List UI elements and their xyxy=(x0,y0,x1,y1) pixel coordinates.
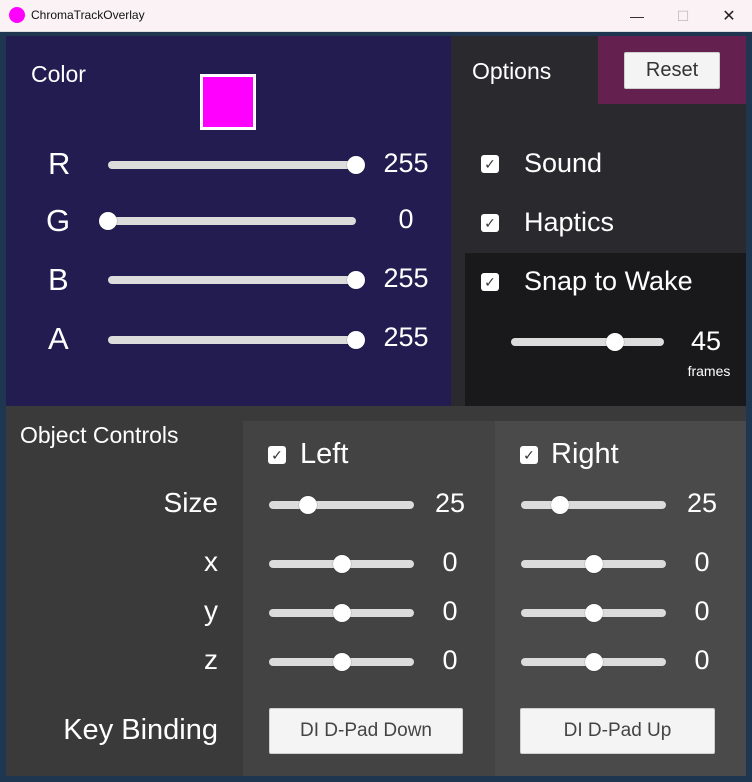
right-label: Right xyxy=(551,438,619,470)
right-x-slider-thumb[interactable] xyxy=(584,555,603,573)
client-area: Color R 255 G 0 B 255 A 255 Options Rese… xyxy=(6,36,746,776)
right-z-slider-thumb[interactable] xyxy=(584,653,603,671)
title-bar[interactable]: ChromaTrackOverlay — ☐ ✕ xyxy=(0,0,752,32)
haptics-label: Haptics xyxy=(524,207,615,237)
right-z-slider[interactable] xyxy=(521,653,666,671)
channel-a-value: 255 xyxy=(383,322,429,352)
channel-g-label: G xyxy=(46,203,71,238)
channel-r-value: 255 xyxy=(383,148,429,178)
right-x-value: 0 xyxy=(694,547,710,577)
right-z-value: 0 xyxy=(694,645,710,675)
color-heading: Color xyxy=(31,61,86,87)
snap-checkbox[interactable]: ✓ xyxy=(481,273,499,291)
right-y-slider-thumb[interactable] xyxy=(584,604,603,622)
channel-r-slider-thumb[interactable] xyxy=(347,156,365,174)
left-y-slider[interactable] xyxy=(269,604,414,622)
channel-a-label: A xyxy=(48,321,69,356)
channel-g-value: 0 xyxy=(398,204,414,234)
app-window: ChromaTrackOverlay — ☐ ✕ Color R 255 G 0… xyxy=(0,0,752,782)
channel-b-value: 255 xyxy=(383,263,429,293)
sound-label: Sound xyxy=(524,148,603,178)
right-y-value: 0 xyxy=(694,596,710,626)
left-size-value: 25 xyxy=(434,488,466,518)
channel-a-slider[interactable] xyxy=(108,331,365,349)
left-z-value: 0 xyxy=(442,645,458,675)
left-y-slider-thumb[interactable] xyxy=(332,604,351,622)
channel-a-slider-thumb[interactable] xyxy=(347,331,365,349)
right-checkbox[interactable]: ✓ xyxy=(520,446,538,464)
maximize-icon: ☐ xyxy=(676,7,690,24)
z-row-label: z xyxy=(204,644,218,675)
left-x-slider-thumb[interactable] xyxy=(332,555,351,573)
close-button[interactable]: ✕ xyxy=(706,0,752,32)
minimize-button[interactable]: — xyxy=(614,0,660,32)
channel-b-label: B xyxy=(48,262,69,297)
snap-label: Snap to Wake xyxy=(524,266,693,296)
channel-g-slider-thumb[interactable] xyxy=(99,212,117,230)
left-y-value: 0 xyxy=(442,596,458,626)
color-swatch xyxy=(200,74,256,130)
left-z-slider-thumb[interactable] xyxy=(332,653,351,671)
sound-checkbox[interactable]: ✓ xyxy=(481,155,499,173)
left-checkbox[interactable]: ✓ xyxy=(268,446,286,464)
channel-b-slider[interactable] xyxy=(108,271,365,289)
object-controls-heading: Object Controls xyxy=(20,422,179,448)
haptics-checkbox[interactable]: ✓ xyxy=(481,214,499,232)
right-x-slider[interactable] xyxy=(521,555,666,573)
left-size-slider[interactable] xyxy=(269,496,414,514)
channel-r-slider[interactable] xyxy=(108,156,365,174)
maximize-button[interactable]: ☐ xyxy=(660,0,706,32)
left-x-value: 0 xyxy=(442,547,458,577)
snap-frames-slider[interactable] xyxy=(511,333,664,351)
right-y-slider[interactable] xyxy=(521,604,666,622)
key-binding-row-label: Key Binding xyxy=(63,714,218,746)
right-size-slider[interactable] xyxy=(521,496,666,514)
app-icon xyxy=(9,7,25,23)
y-row-label: y xyxy=(204,595,218,626)
right-key-binding-button[interactable]: DI D-Pad Up xyxy=(520,708,715,754)
close-icon: ✕ xyxy=(722,8,736,25)
channel-b-slider-thumb[interactable] xyxy=(347,271,365,289)
left-z-slider[interactable] xyxy=(269,653,414,671)
left-label: Left xyxy=(300,438,349,470)
snap-frames-slider-thumb[interactable] xyxy=(606,333,625,351)
minimize-icon: — xyxy=(630,8,644,24)
channel-g-slider[interactable] xyxy=(99,212,356,230)
snap-frames-unit: frames xyxy=(687,363,731,379)
reset-button[interactable]: Reset xyxy=(624,52,720,89)
channel-r-label: R xyxy=(48,146,71,181)
right-size-value: 25 xyxy=(686,488,718,518)
left-x-slider[interactable] xyxy=(269,555,414,573)
size-row-label: Size xyxy=(163,487,218,518)
window-title: ChromaTrackOverlay xyxy=(31,8,145,22)
x-row-label: x xyxy=(204,546,218,577)
options-heading: Options xyxy=(472,58,552,84)
left-key-binding-button[interactable]: DI D-Pad Down xyxy=(269,708,463,754)
snap-frames-value: 45 xyxy=(690,326,722,356)
